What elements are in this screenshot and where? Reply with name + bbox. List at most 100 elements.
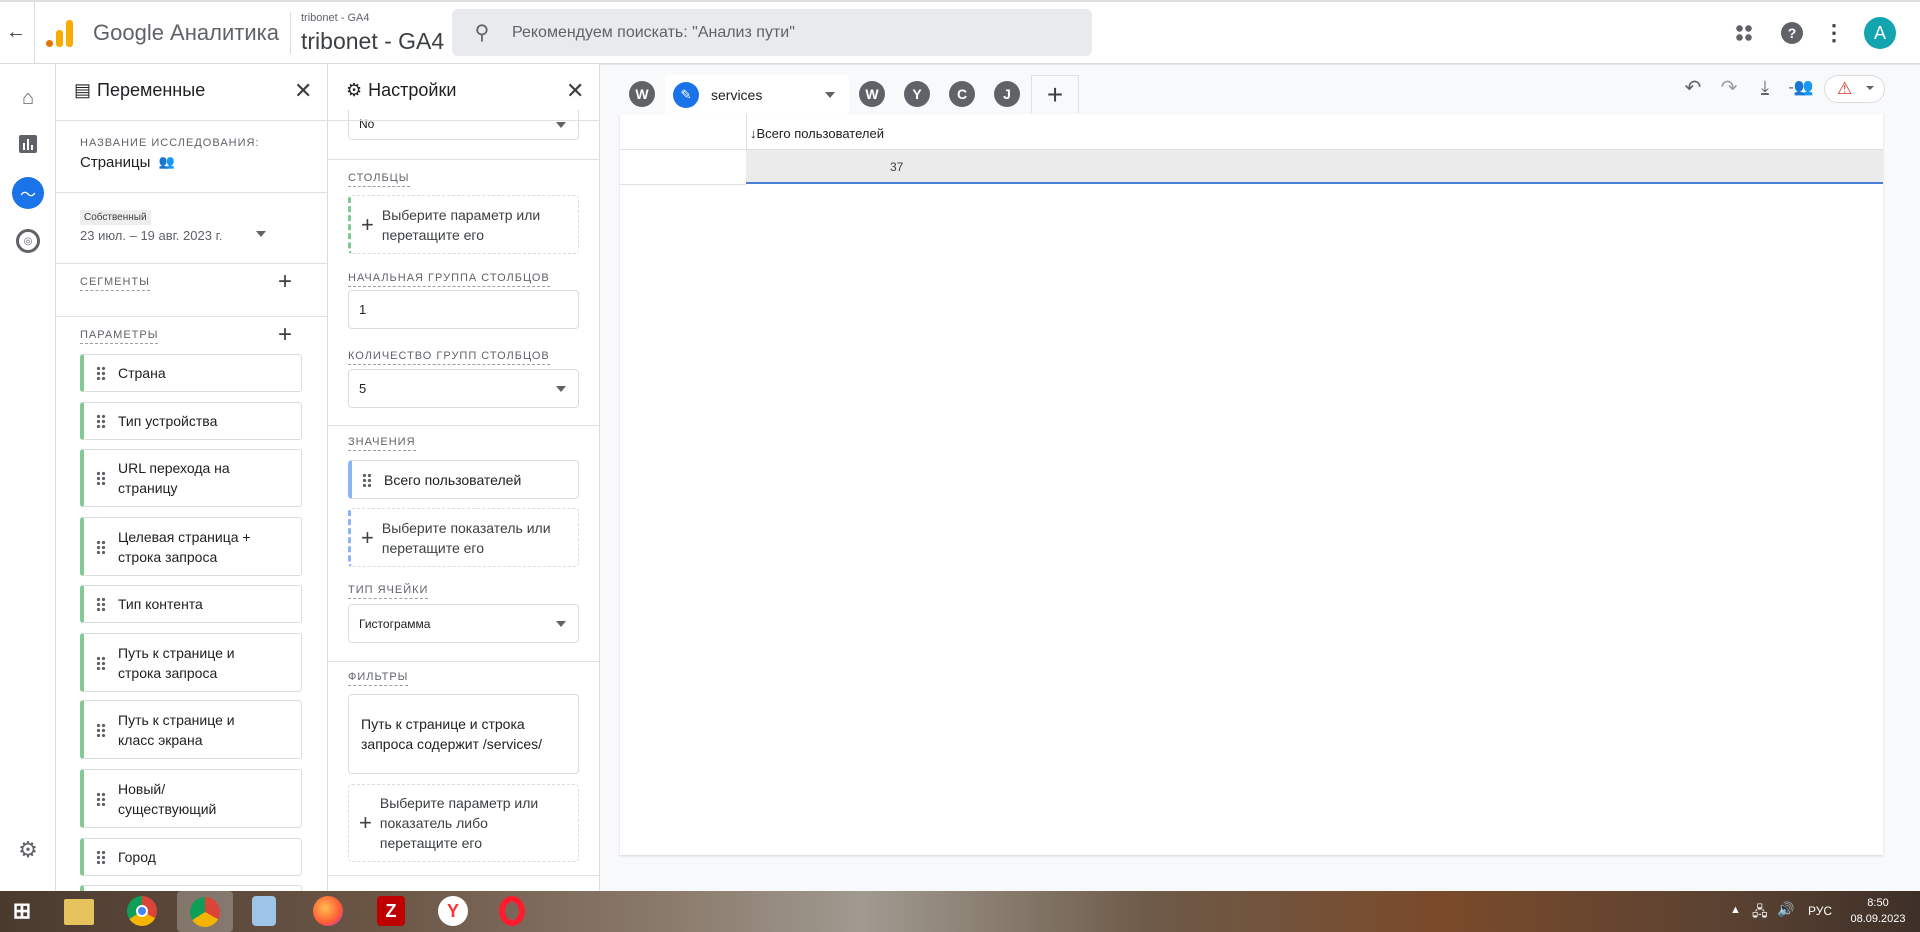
filter-chip[interactable]: Путь к странице и строка запроса содержи… [348, 694, 579, 774]
parameter-chip[interactable]: URL перехода на страницу [80, 449, 302, 507]
tab-w2[interactable]: W [859, 81, 885, 107]
value-chip[interactable]: Всего пользователей [348, 460, 579, 499]
divider [328, 159, 599, 160]
filters-dropzone-text: Выберите параметр или показатель либо пе… [379, 795, 539, 851]
warning-icon: ⚠ [1837, 79, 1853, 98]
top-select[interactable]: No [348, 110, 579, 140]
top-bar: ← Google Аналитика tribonet - GA4 tribon… [0, 0, 1920, 64]
column-header[interactable]: ↓Всего пользователей [750, 126, 884, 141]
file-explorer-icon[interactable] [64, 899, 94, 925]
home-icon[interactable]: ⌂ [16, 86, 40, 110]
shared-people-icon: 👥 [158, 154, 175, 169]
chrome-active-icon[interactable] [177, 891, 233, 932]
search-placeholder: Рекомендуем поискать: "Анализ пути" [512, 23, 795, 41]
parameter-label: Город [118, 849, 156, 865]
clock[interactable]: 8:50 08.09.2023 [1842, 895, 1914, 927]
apps-grid-icon[interactable] [1735, 24, 1753, 42]
date-range-picker[interactable]: 23 июл. – 19 авг. 2023 г. [80, 228, 266, 243]
parameter-chip[interactable]: Путь к странице и класс экрана [80, 700, 302, 759]
clock-date: 08.09.2023 [1850, 913, 1906, 925]
tab-y[interactable]: Y [904, 81, 930, 107]
drag-handle-icon [96, 414, 106, 428]
reports-icon[interactable] [19, 135, 37, 153]
add-tab-button[interactable]: + [1031, 75, 1079, 113]
filters-dropzone[interactable]: + Выберите параметр или показатель либо п… [348, 784, 579, 862]
download-icon[interactable]: ⤓ [1754, 76, 1776, 98]
volume-icon[interactable]: 🔊 [1777, 901, 1794, 918]
settings-gear-icon: ⚙ [346, 80, 363, 100]
params-label: ПАРАМЕТРЫ [80, 329, 159, 344]
exploration-name[interactable]: Страницы 👥 [80, 154, 175, 171]
settings-gear-icon[interactable]: ⚙ [16, 837, 40, 862]
divider [328, 875, 599, 876]
start-group-value: 1 [359, 302, 367, 317]
language-indicator[interactable]: РУС [1808, 904, 1832, 918]
windows-start-icon[interactable]: ⊞ [6, 895, 38, 927]
divider [328, 661, 599, 662]
tab-j[interactable]: J [994, 81, 1020, 107]
more-vert-icon[interactable]: ⋮ [1823, 20, 1845, 46]
analytics-logo[interactable] [46, 20, 74, 48]
account-name[interactable]: tribonet - GA4 [301, 12, 369, 24]
tray-up-icon[interactable]: ▲ [1730, 904, 1741, 916]
firefox-icon[interactable] [313, 896, 343, 926]
values-dropzone[interactable]: + Выберите показатель или перетащите его [348, 508, 579, 567]
share-people-icon[interactable]: -👥 [1788, 76, 1814, 98]
exploration-name-text: Страницы [80, 154, 151, 171]
opera-icon[interactable] [499, 896, 525, 926]
chevron-down-icon [825, 92, 835, 103]
plus-icon: + [361, 524, 374, 550]
undo-icon[interactable]: ↶ [1682, 76, 1704, 99]
close-variables-icon[interactable]: ✕ [294, 78, 312, 104]
divider [56, 316, 327, 317]
parameter-label: Путь к странице и класс экрана [118, 711, 235, 748]
property-name[interactable]: tribonet - GA4 [301, 28, 444, 55]
parameter-chip[interactable]: Тип контента [80, 585, 302, 623]
help-icon[interactable]: ? [1781, 22, 1803, 44]
drag-handle-icon [96, 655, 106, 670]
filezilla-icon[interactable]: Z [377, 896, 405, 926]
plus-icon: + [359, 810, 372, 835]
cell-value: 37 [890, 160, 904, 174]
cell-type-select[interactable]: Гистограмма [348, 604, 579, 643]
cell-type-label: ТИП ЯЧЕЙКИ [348, 584, 429, 599]
network-icon[interactable]: 🖧 [1752, 901, 1768, 925]
group-count-value: 5 [359, 381, 367, 396]
parameter-chip[interactable]: Путь к странице и строка запроса [80, 633, 302, 692]
yandex-browser-icon[interactable]: Y [438, 896, 468, 926]
group-count-select[interactable]: 5 [348, 369, 579, 408]
add-segment-icon[interactable]: + [278, 268, 292, 296]
chrome-icon[interactable] [127, 896, 157, 926]
clock-time: 8:50 [1867, 897, 1889, 909]
cell-type-value: Гистограмма [359, 616, 431, 631]
back-arrow-icon[interactable]: ← [4, 20, 28, 44]
columns-label: СТОЛБЦЫ [348, 172, 410, 187]
tab-w[interactable]: W [629, 81, 655, 107]
tab-c[interactable]: C [949, 81, 975, 107]
advertising-icon[interactable]: ◎ [16, 229, 40, 253]
redo-icon[interactable]: ↷ [1718, 76, 1740, 99]
data-cell[interactable]: 37 [746, 150, 1883, 184]
parameter-label: Новый/ существующий [118, 780, 217, 817]
parameter-label: Путь к странице и строка запроса [118, 644, 235, 681]
avatar[interactable]: A [1864, 17, 1896, 49]
add-parameter-icon[interactable]: + [278, 321, 292, 349]
calculator-icon[interactable] [252, 896, 276, 926]
close-settings-icon[interactable]: ✕ [566, 78, 584, 104]
drag-handle-icon [96, 850, 106, 864]
start-group-input[interactable]: 1 [348, 290, 579, 329]
columns-dropzone[interactable]: + Выберите параметр или перетащите его [348, 195, 579, 254]
parameter-chip[interactable]: Целевая страница + строка запроса [80, 517, 302, 576]
divider [56, 192, 327, 193]
explore-icon[interactable]: 〜 [12, 177, 44, 209]
parameter-chip[interactable]: Страна [80, 354, 302, 392]
plus-icon: + [361, 211, 374, 237]
warning-button[interactable]: ⚠ [1824, 75, 1885, 103]
parameter-chip[interactable]: Тип устройства [80, 402, 302, 440]
parameter-chip[interactable]: Город [80, 838, 302, 876]
tab-services[interactable]: ✎ services [665, 75, 849, 115]
parameter-chip[interactable]: Новый/ существующий [80, 769, 302, 828]
edit-pencil-icon: ✎ [673, 82, 699, 108]
search-input[interactable]: ⚲ Рекомендуем поискать: "Анализ пути" [452, 9, 1092, 56]
divider [56, 120, 327, 121]
